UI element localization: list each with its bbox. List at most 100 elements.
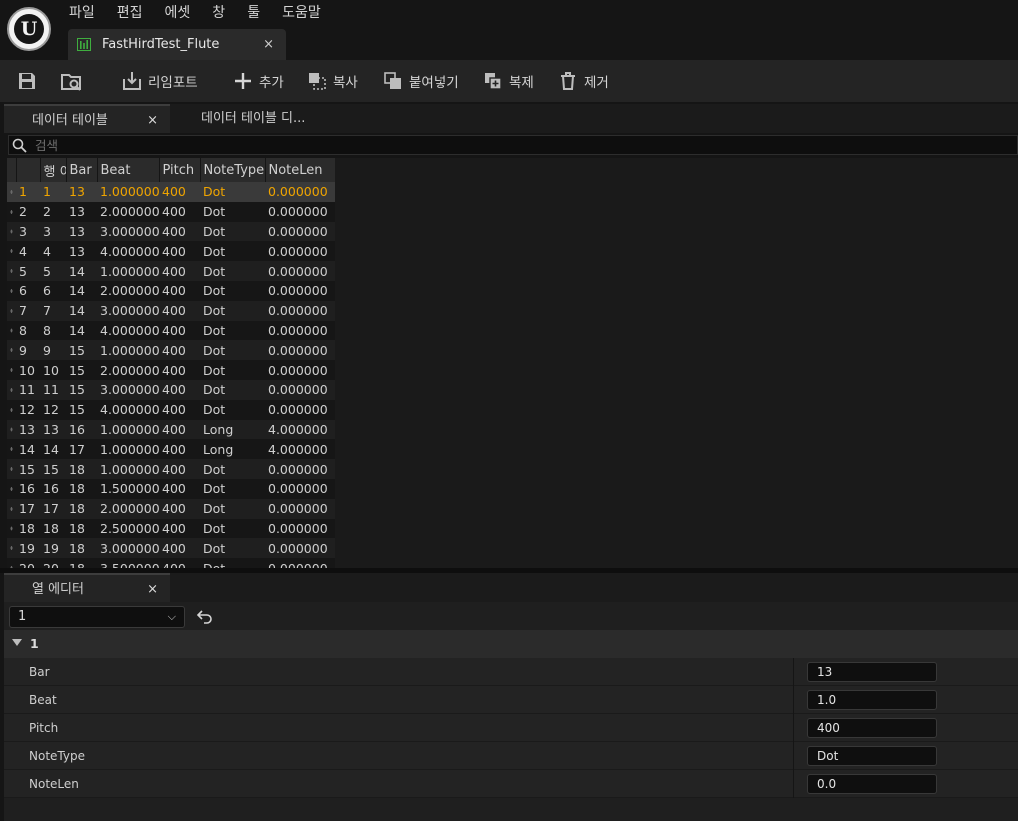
add-row-button[interactable]: 추가 [232, 66, 284, 96]
menu-asset[interactable]: 에셋 [154, 2, 202, 24]
menu-tools[interactable]: 툴 [236, 2, 271, 24]
table-row[interactable]: 10 10 15 2.000000 400 Dot 0.000000 [7, 360, 335, 380]
column-divider[interactable] [793, 770, 794, 798]
table-row[interactable]: 19 19 18 3.000000 400 Dot 0.000000 [7, 538, 335, 559]
tab-data-table[interactable]: 데이터 테이블 × [4, 104, 170, 133]
plus-icon [235, 73, 251, 89]
document-tab-close-button[interactable]: × [263, 29, 274, 60]
cell-row-name: 4 [40, 241, 66, 262]
reset-arrow-icon[interactable] [194, 606, 214, 628]
column-divider[interactable] [793, 714, 794, 742]
cell-pitch: 400 [159, 538, 200, 559]
row-drag-handle[interactable] [7, 280, 16, 301]
row-drag-handle[interactable] [7, 459, 16, 479]
table-row[interactable]: 2020183.500000400Dot0.000000 [7, 558, 335, 568]
column-header-notetype[interactable]: NoteType [200, 158, 266, 182]
column-divider[interactable] [793, 742, 794, 770]
table-row[interactable]: 6 6 14 2.000000 400 Dot 0.000000 [7, 280, 335, 301]
notetype-field[interactable] [807, 746, 937, 766]
column-header-bar[interactable]: Bar [66, 158, 98, 182]
table-row[interactable]: 11 11 15 3.000000 400 Dot 0.000000 [7, 379, 335, 400]
table-row[interactable]: 7 7 14 3.000000 400 Dot 0.000000 [7, 300, 335, 321]
menu-help[interactable]: 도움말 [271, 2, 332, 24]
column-divider[interactable] [793, 658, 794, 686]
duplicate-icon [485, 73, 502, 90]
duplicate-button[interactable]: 복제 [482, 66, 534, 96]
beat-field[interactable] [807, 690, 937, 710]
tab-row-editor-close-button[interactable]: × [147, 575, 158, 604]
reimport-button[interactable]: 리임포트 [121, 66, 198, 96]
table-row[interactable]: 16 16 18 1.500000 400 Dot 0.000000 [7, 478, 335, 499]
row-drag-handle[interactable] [7, 201, 16, 222]
column-divider[interactable] [793, 686, 794, 714]
title-bar: U 파일 편집 에셋 창 툴 도움말 FastHirdTest_Flute × [0, 0, 1018, 60]
row-drag-handle[interactable] [7, 340, 16, 361]
column-header-row-name[interactable]: 행 이 [40, 158, 67, 182]
category-header[interactable]: 1 [4, 630, 1018, 658]
table-row[interactable]: 13 13 16 1.000000 400 Long 4.000000 [7, 419, 335, 440]
cell-row-name: 8 [40, 320, 66, 341]
search-input[interactable] [35, 136, 995, 154]
row-drag-handle[interactable] [7, 320, 16, 341]
cell-notetype: Dot [200, 300, 265, 321]
cell-notetype: Dot [200, 538, 265, 559]
row-drag-handle[interactable] [7, 221, 16, 242]
table-row[interactable]: 12 12 15 4.000000 400 Dot 0.000000 [7, 399, 335, 420]
table-row[interactable]: 14 14 17 1.000000 400 Long 4.000000 [7, 439, 335, 460]
table-row[interactable]: 18 18 18 2.500000 400 Dot 0.000000 [7, 518, 335, 539]
document-tab[interactable]: FastHirdTest_Flute × [68, 29, 286, 60]
menu-window[interactable]: 창 [201, 2, 236, 24]
cell-bar: 18 [66, 459, 97, 479]
row-drag-handle[interactable] [7, 300, 16, 321]
cell-pitch: 400 [159, 478, 200, 499]
copy-button[interactable]: 복사 [306, 66, 358, 96]
cell-index: 4 [16, 241, 40, 262]
table-row[interactable]: 17 17 18 2.000000 400 Dot 0.000000 [7, 498, 335, 519]
row-drag-handle[interactable] [7, 518, 16, 539]
cell-notetype: Dot [200, 340, 265, 361]
row-drag-handle[interactable] [7, 182, 16, 202]
column-header-pitch[interactable]: Pitch [159, 158, 201, 182]
tab-row-editor[interactable]: 열 에디터 × [4, 573, 170, 602]
row-drag-handle[interactable] [7, 478, 16, 499]
table-row[interactable]: 15 15 18 1.000000 400 Dot 0.000000 [7, 459, 335, 479]
row-drag-handle[interactable] [7, 241, 16, 262]
table-row[interactable]: 4 4 13 4.000000 400 Dot 0.000000 [7, 241, 335, 262]
table-row[interactable]: 9 9 15 1.000000 400 Dot 0.000000 [7, 340, 335, 361]
row-drag-handle[interactable] [7, 419, 16, 440]
paste-button[interactable]: 붙여넣기 [382, 66, 459, 96]
save-button[interactable] [16, 66, 43, 96]
table-row[interactable]: 8 8 14 4.000000 400 Dot 0.000000 [7, 320, 335, 341]
cell-index: 1 [16, 182, 40, 202]
expand-arrow-icon[interactable] [12, 639, 22, 646]
row-drag-handle[interactable] [7, 379, 16, 400]
menu-file[interactable]: 파일 [58, 2, 106, 24]
row-drag-handle[interactable] [7, 261, 16, 281]
column-header-beat[interactable]: Beat [97, 158, 160, 182]
table-row[interactable]: 5 5 14 1.000000 400 Dot 0.000000 [7, 261, 335, 281]
search-icon [12, 138, 27, 153]
row-drag-handle[interactable] [7, 558, 16, 568]
cell-index: 7 [16, 300, 40, 321]
bar-field[interactable] [807, 662, 937, 682]
column-header-notelen[interactable]: NoteLen [265, 158, 335, 182]
tab-data-table-details[interactable]: 데이터 테이블 디... [201, 104, 361, 133]
table-row[interactable]: 1 1 13 1.000000 400 Dot 0.000000 [7, 182, 335, 202]
menu-edit[interactable]: 편집 [106, 2, 154, 24]
row-drag-handle[interactable] [7, 439, 16, 460]
tab-data-table-close-button[interactable]: × [147, 106, 158, 135]
notelen-field[interactable] [807, 774, 937, 794]
table-row[interactable]: 2 2 13 2.000000 400 Dot 0.000000 [7, 201, 335, 222]
table-row[interactable]: 3 3 13 3.000000 400 Dot 0.000000 [7, 221, 335, 242]
row-drag-handle[interactable] [7, 360, 16, 380]
row-drag-handle[interactable] [7, 538, 16, 559]
row-select-dropdown[interactable]: 1 ⌵ [9, 606, 185, 628]
remove-button[interactable]: 제거 [557, 66, 609, 96]
cell-notelen: 4.000000 [265, 439, 335, 460]
cell-beat: 3.500000 [97, 558, 159, 568]
browse-button[interactable] [60, 66, 87, 96]
row-drag-handle[interactable] [7, 399, 16, 420]
pitch-field[interactable] [807, 718, 937, 738]
row-drag-handle[interactable] [7, 498, 16, 519]
unreal-logo[interactable]: U [7, 7, 51, 51]
